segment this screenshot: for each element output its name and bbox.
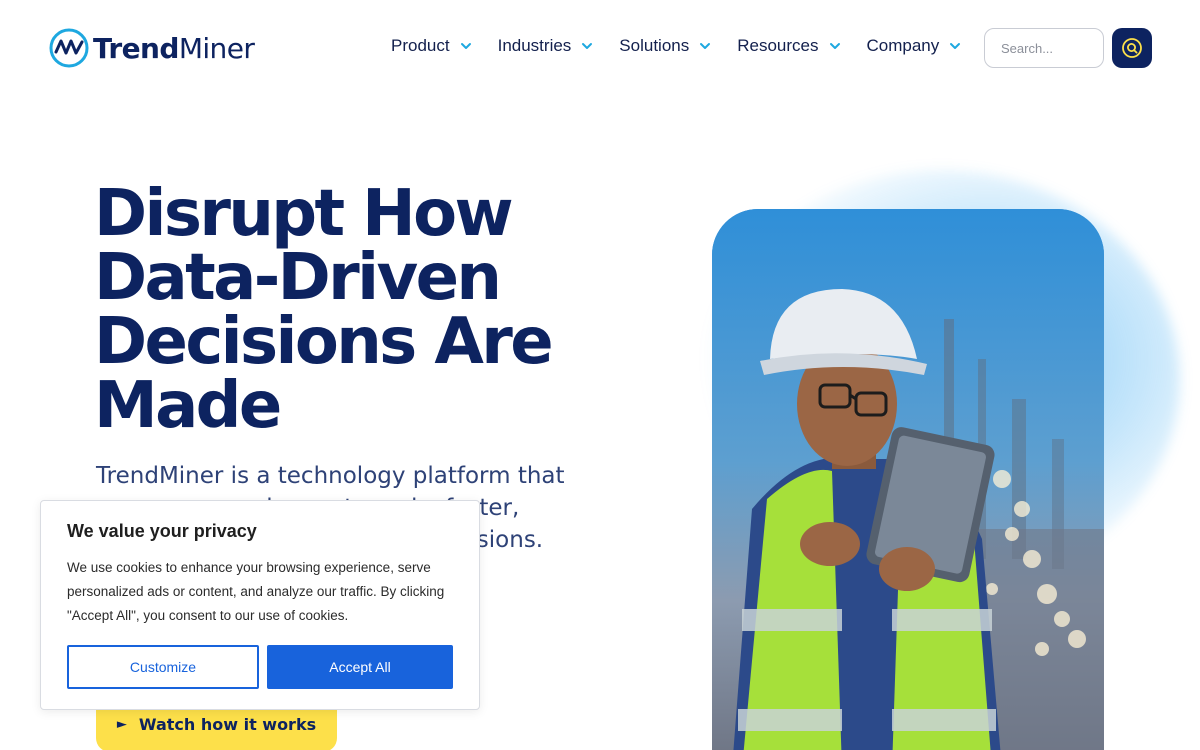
chevron-down-icon [950, 43, 961, 49]
nav-item-label: Solutions [619, 36, 690, 55]
play-icon: ► [116, 716, 127, 732]
accept-all-cookies-button[interactable]: Accept All [267, 645, 453, 689]
cookie-consent-banner: We value your privacy We use cookies to … [40, 500, 480, 710]
watch-button-label: Watch how it works [138, 714, 317, 734]
search-input[interactable] [984, 28, 1104, 68]
hero-photo-engineer-with-tablet [712, 209, 1104, 750]
logo-mark-icon [49, 28, 89, 68]
main-nav: Product Industries Solutions Resources C… [391, 36, 987, 56]
chevron-down-icon [700, 43, 711, 49]
nav-item-industries[interactable]: Industries [498, 36, 594, 56]
hero-title-line: Decisions Are [94, 305, 554, 379]
search-icon [1122, 38, 1142, 58]
engineer-illustration [712, 209, 1104, 750]
hero-title-line: Disrupt How [94, 177, 514, 251]
cookie-banner-title: We value your privacy [67, 521, 257, 541]
hero-title-line: Made [94, 369, 282, 443]
nav-item-company[interactable]: Company [867, 36, 962, 56]
chevron-down-icon [829, 43, 840, 49]
logo-word-miner: Miner [178, 31, 255, 65]
search-button[interactable] [1112, 28, 1152, 68]
nav-item-label: Industries [497, 36, 572, 55]
logo-wordmark: TrendMiner [93, 31, 255, 65]
nav-item-label: Resources [737, 36, 819, 55]
nav-item-resources[interactable]: Resources [737, 36, 840, 56]
nav-item-label: Product [391, 36, 450, 55]
nav-item-label: Company [866, 36, 940, 55]
nav-item-product[interactable]: Product [391, 36, 472, 56]
customize-cookies-button[interactable]: Customize [67, 645, 259, 689]
site-header: TrendMiner Product Industries Solutions … [0, 0, 1200, 96]
nav-item-solutions[interactable]: Solutions [619, 36, 711, 56]
hero-title: Disrupt How Data-Driven Decisions Are Ma… [94, 182, 614, 438]
logo-word-trend: Trend [93, 31, 179, 65]
cookie-banner-text: We use cookies to enhance your browsing … [67, 560, 445, 623]
cookie-banner-actions: Customize Accept All [67, 645, 453, 689]
trendminer-logo[interactable]: TrendMiner [49, 27, 255, 69]
chevron-down-icon [582, 43, 593, 49]
hero-title-line: Data-Driven [94, 241, 502, 315]
chevron-down-icon [460, 43, 471, 49]
